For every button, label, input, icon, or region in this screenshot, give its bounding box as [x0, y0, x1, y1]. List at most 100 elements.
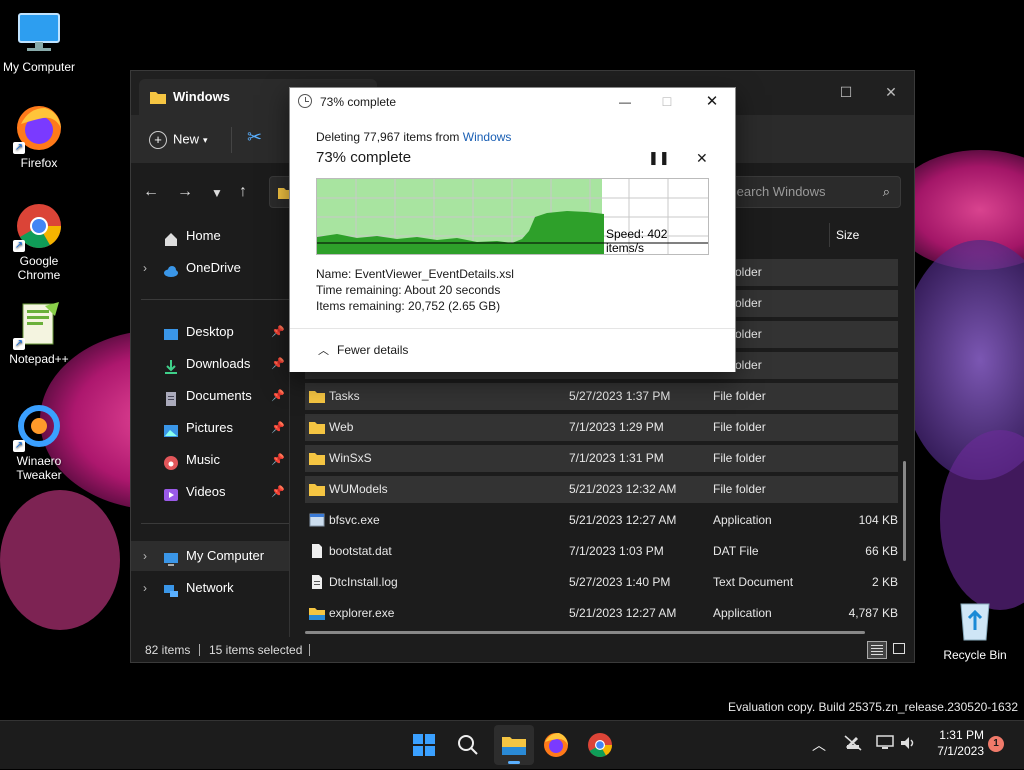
- taskbar-chrome[interactable]: [584, 729, 616, 761]
- sidebar-item-label: Pictures: [186, 420, 233, 435]
- table-row[interactable]: Tasks 5/27/2023 1:37 PM File folder: [305, 383, 898, 410]
- chrome-icon: ↗: [13, 202, 63, 252]
- table-row[interactable]: bfsvc.exe 5/21/2023 12:27 AM Application…: [305, 507, 898, 534]
- cancel-button[interactable]: ✕: [696, 150, 708, 167]
- search-input[interactable]: Search Windows ⌕: [721, 176, 901, 208]
- dialog-footer: ︿ Fewer details: [290, 328, 735, 372]
- desktop-icon: [163, 324, 179, 340]
- close-button[interactable]: ✕: [698, 88, 726, 116]
- file-icon: [312, 544, 322, 558]
- arrow-up-icon: ↑: [239, 183, 247, 200]
- partial-cell: older: [735, 358, 762, 372]
- sidebar-item-documents[interactable]: Documents 📌: [131, 381, 289, 411]
- status-divider: [199, 644, 200, 656]
- display-icon[interactable]: [876, 735, 894, 751]
- back-button[interactable]: ←: [143, 183, 159, 201]
- firefox-icon: [544, 733, 568, 757]
- table-row[interactable]: DtcInstall.log 5/27/2023 1:40 PM Text Do…: [305, 569, 898, 596]
- close-button[interactable]: ✕: [869, 77, 913, 107]
- cancel-icon: ✕: [696, 150, 708, 166]
- sidebar-item-network[interactable]: › Network: [131, 573, 289, 603]
- fewer-details-button[interactable]: ︿ Fewer details: [318, 342, 408, 358]
- cut-button[interactable]: ✂: [247, 127, 262, 148]
- document-icon: [163, 388, 179, 406]
- sidebar-item-onedrive[interactable]: › OneDrive: [131, 253, 289, 283]
- maximize-button[interactable]: ☐: [654, 88, 680, 116]
- pin-icon: 📌: [271, 390, 285, 402]
- pause-button[interactable]: ❚❚: [648, 150, 670, 166]
- sidebar-item-label: Network: [186, 580, 234, 595]
- file-type: Application: [713, 513, 772, 527]
- table-row[interactable]: WUModels 5/21/2023 12:32 AM File folder: [305, 476, 898, 503]
- sidebar-item-desktop[interactable]: Desktop 📌: [131, 317, 289, 347]
- monitor-icon: [15, 8, 63, 56]
- clock-icon: [298, 94, 312, 108]
- file-type: File folder: [713, 420, 766, 434]
- sidebar-item-music[interactable]: Music 📌: [131, 445, 289, 475]
- search-button[interactable]: [452, 729, 484, 761]
- folder-icon: [309, 453, 325, 465]
- vertical-scrollbar[interactable]: [903, 461, 906, 561]
- volume-icon[interactable]: [899, 735, 917, 751]
- desktop-icon-notepadpp[interactable]: ↗ Notepad++: [2, 300, 76, 366]
- desktop-icon-recycle-bin[interactable]: Recycle Bin: [938, 596, 1012, 662]
- maximize-button[interactable]: ☐: [824, 77, 868, 107]
- notification-badge[interactable]: 1: [988, 736, 1004, 752]
- desktop-icon-winaero-tweaker[interactable]: ↗ Winaero Tweaker: [2, 402, 76, 482]
- transfer-speed-graph: Speed: 402 items/s: [316, 178, 709, 255]
- shortcut-arrow-icon: ↗: [13, 338, 25, 350]
- tiles-view-button[interactable]: [891, 641, 909, 659]
- text-document-icon: [312, 575, 322, 589]
- sidebar-item-home[interactable]: Home: [131, 221, 289, 251]
- progress-heading: 73% complete: [316, 149, 412, 166]
- sidebar-item-label: My Computer: [186, 548, 265, 563]
- network-status-icon[interactable]: [844, 735, 862, 751]
- sidebar-item-pictures[interactable]: Pictures 📌: [131, 413, 289, 443]
- chevron-down-icon: ▾: [203, 134, 208, 145]
- folder-icon: [150, 92, 166, 104]
- desktop-icon-firefox[interactable]: ↗ Firefox: [2, 104, 76, 170]
- taskbar-file-explorer[interactable]: [494, 725, 534, 765]
- clock-time: 1:31 PM: [939, 728, 984, 742]
- current-file-name: EventViewer_EventDetails.xsl: [354, 267, 514, 281]
- new-button[interactable]: + New ▾: [149, 129, 208, 151]
- delete-progress-dialog: 73% complete — ☐ ✕ Deleting 77,967 items…: [289, 87, 736, 372]
- taskbar: ︿ 1:31 PM 7/1/2023 1: [0, 720, 1024, 769]
- sidebar-item-videos[interactable]: Videos 📌: [131, 477, 289, 507]
- items-remaining-value: 20,752 (2.65 GB): [408, 299, 501, 313]
- explorer-app-icon: [309, 608, 325, 620]
- file-date: 7/1/2023 1:03 PM: [569, 544, 664, 558]
- show-hidden-icons-button[interactable]: ︿: [812, 735, 826, 755]
- details-view-button[interactable]: [867, 641, 887, 659]
- new-label: New: [173, 131, 200, 147]
- file-name: bfsvc.exe: [329, 513, 380, 527]
- desktop-icon-my-computer[interactable]: My Computer: [2, 8, 76, 74]
- status-divider: [309, 644, 310, 656]
- dialog-title: 73% complete: [320, 95, 397, 109]
- sidebar-divider: [141, 523, 289, 524]
- taskbar-firefox[interactable]: [540, 729, 572, 761]
- sidebar-item-downloads[interactable]: Downloads 📌: [131, 349, 289, 379]
- arrow-right-icon: →: [177, 183, 193, 200]
- desktop-icon-label: My Computer: [2, 60, 76, 74]
- desktop-icon-chrome[interactable]: ↗ Google Chrome: [2, 202, 76, 282]
- network-icon: [163, 580, 179, 597]
- minimize-icon: —: [619, 95, 631, 109]
- table-row[interactable]: explorer.exe 5/21/2023 12:27 AM Applicat…: [305, 600, 898, 627]
- column-header-size[interactable]: Size: [829, 223, 859, 247]
- horizontal-scrollbar[interactable]: [305, 631, 865, 634]
- sidebar-item-my-computer[interactable]: › My Computer: [131, 541, 289, 571]
- minimize-button[interactable]: —: [612, 88, 638, 116]
- clock[interactable]: 1:31 PM 7/1/2023: [928, 727, 984, 759]
- pin-icon: 📌: [271, 454, 285, 466]
- table-row[interactable]: WinSxS 7/1/2023 1:31 PM File folder: [305, 445, 898, 472]
- recent-locations-button[interactable]: ▼: [211, 186, 223, 200]
- table-row[interactable]: bootstat.dat 7/1/2023 1:03 PM DAT File 6…: [305, 538, 898, 565]
- table-row[interactable]: Web 7/1/2023 1:29 PM File folder: [305, 414, 898, 441]
- up-button[interactable]: ↑: [239, 183, 247, 201]
- start-button[interactable]: [408, 729, 440, 761]
- forward-button[interactable]: →: [177, 183, 193, 201]
- video-icon: [163, 484, 179, 501]
- source-folder-link[interactable]: Windows: [463, 130, 512, 144]
- time-label: Time remaining:: [316, 283, 402, 297]
